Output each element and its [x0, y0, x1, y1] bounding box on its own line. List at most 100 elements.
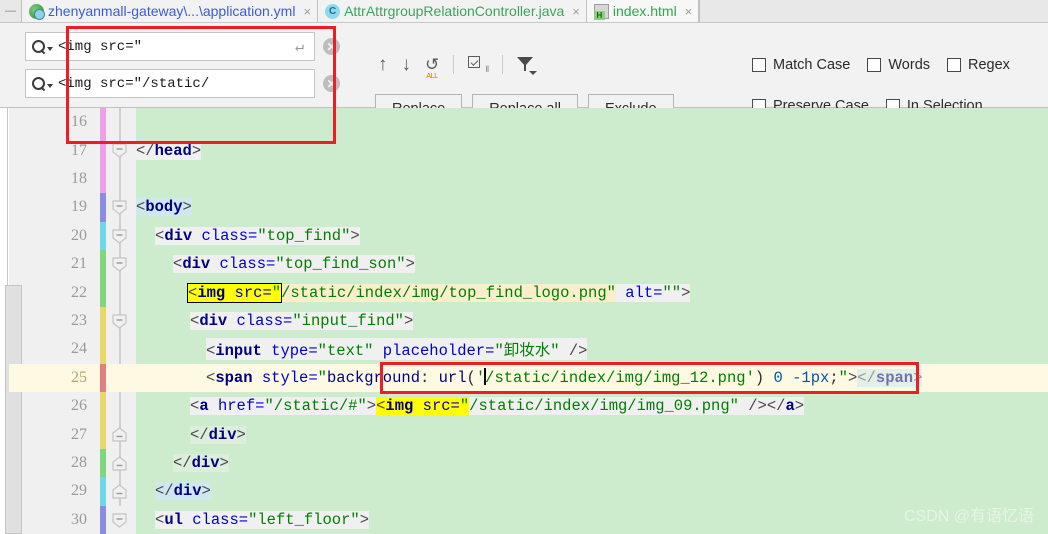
code-text: <span style="background: url('/static/in…	[206, 368, 923, 388]
option-label: Regex	[968, 57, 1010, 73]
line-number: 24	[71, 340, 87, 358]
code-text: <div class="top_find_son">	[173, 255, 415, 274]
code-line[interactable]: 17 </head>	[0, 136, 1048, 165]
line-number: 19	[71, 198, 87, 216]
code-line[interactable]: 26 <a href="/static/#"><img src="/static…	[0, 392, 1048, 421]
find-navigation-icons: ↑ ↓ ↺ ALL ‖	[378, 55, 538, 80]
change-stripe	[100, 448, 106, 478]
change-stripe	[100, 108, 106, 137]
clear-search-icon[interactable]: ✕	[323, 38, 340, 55]
code-line[interactable]: 23 <div class="input_find">	[0, 306, 1048, 336]
find-next-icon[interactable]: ↓	[402, 55, 412, 74]
change-stripe	[100, 420, 106, 449]
search-icon[interactable]	[26, 33, 58, 60]
code-text: </head>	[136, 141, 202, 160]
checkbox-match-case[interactable]	[752, 58, 766, 72]
find-previous-icon[interactable]: ↑	[378, 55, 388, 74]
change-stripe	[100, 477, 106, 506]
find-replace-toolbar: <img src=" ↵ ✕ <img src="/static/ ✕ ↑ ↓ …	[0, 23, 1048, 124]
code-line[interactable]: 20 <div class="top_find">	[0, 221, 1048, 250]
tab-attrattrgrouprelationcontroller-java[interactable]: C AttrAttrgroupRelationController.java ×	[318, 0, 587, 22]
code-line[interactable]: 27 </div>	[0, 420, 1048, 449]
fold-minus-icon[interactable]	[112, 143, 127, 159]
search-match-current: <img src="	[186, 282, 283, 303]
line-number: 30	[71, 510, 87, 528]
replace-search-icon[interactable]	[26, 70, 58, 97]
code-line[interactable]: 19 <body>	[0, 193, 1048, 222]
fold-plus-icon[interactable]	[112, 484, 127, 499]
code-text: <ul class="left_floor">	[155, 510, 369, 529]
find-all-label: ALL	[426, 73, 438, 80]
replace-field-row: <img src="/static/ ✕	[25, 69, 340, 98]
line-number: 16	[71, 113, 87, 131]
change-stripe	[100, 278, 106, 307]
code-text: <a href="/static/#"><img src="/static/in…	[190, 397, 805, 416]
change-stripe	[100, 136, 106, 165]
line-number: 20	[71, 226, 87, 244]
fold-plus-icon[interactable]	[112, 427, 127, 442]
code-text: <img src="/static/index/img/top_find_log…	[186, 282, 691, 303]
line-number: 23	[71, 311, 87, 329]
checkbox-words[interactable]	[867, 58, 882, 72]
fold-minus-icon[interactable]	[112, 512, 127, 528]
code-text: <input type="text" placeholder="卸妆水" />	[206, 338, 588, 361]
option-regex[interactable]: Regex	[947, 57, 1010, 73]
search-field-row: <img src=" ↵ ✕	[25, 32, 340, 61]
option-words[interactable]: Words	[867, 57, 930, 73]
fold-minus-icon[interactable]	[112, 314, 127, 329]
tab-label: AttrAttrgroupRelationController.java	[344, 3, 565, 19]
code-editor[interactable]: 16 17 </head> 18 19 <body> 20 <div class…	[0, 108, 1048, 534]
filter-icon[interactable]	[517, 56, 538, 75]
tab-application-yml[interactable]: zhenyanmall-gateway\...\application.yml …	[22, 0, 319, 22]
tab-close-icon[interactable]: ×	[572, 5, 580, 18]
option-match-case[interactable]: Match Case	[752, 57, 850, 73]
code-line[interactable]: 22 <img src="/static/index/img/top_find_…	[0, 278, 1048, 307]
fold-minus-icon[interactable]	[112, 257, 127, 272]
find-options-row-1: Match Case Words Regex	[752, 57, 1010, 73]
editor-tab-bar: — zhenyanmall-gateway\...\application.ym…	[0, 0, 1048, 23]
tab-bar-leading-spacer: —	[0, 0, 22, 22]
checkbox-regex[interactable]	[947, 58, 962, 72]
line-number: 28	[71, 453, 87, 471]
code-line[interactable]: 18	[0, 164, 1048, 194]
code-line[interactable]: 29 </div>	[0, 477, 1048, 506]
line-number: 26	[71, 397, 87, 415]
find-all-icon[interactable]: ↺ ALL	[425, 56, 439, 80]
select-all-occurrences-icon[interactable]: ‖	[468, 55, 489, 74]
replace-input-value: <img src="/static/	[58, 75, 210, 92]
line-number: 27	[71, 425, 87, 443]
toolbar-divider	[453, 55, 455, 74]
change-stripe	[100, 392, 106, 421]
line-number: 21	[71, 255, 87, 273]
option-label: Match Case	[773, 57, 851, 73]
change-stripe	[100, 250, 106, 279]
code-text: </div>	[155, 482, 211, 501]
code-text: <body>	[136, 198, 192, 217]
code-text: <div class="input_find">	[190, 311, 414, 330]
search-input[interactable]: <img src=" ↵	[25, 32, 315, 61]
code-line-current[interactable]: 25 <span style="background: url('/static…	[0, 363, 1048, 392]
enter-icon[interactable]: ↵	[295, 37, 314, 56]
search-match: <img src="	[376, 397, 470, 416]
html-file-icon	[593, 3, 609, 20]
clear-replace-icon[interactable]: ✕	[323, 75, 340, 92]
replace-input[interactable]: <img src="/static/	[25, 69, 315, 98]
code-line[interactable]: 24 <input type="text" placeholder="卸妆水" …	[0, 335, 1048, 364]
tab-index-html[interactable]: index.html ×	[586, 0, 700, 22]
tab-close-icon[interactable]: ×	[303, 5, 311, 18]
code-line[interactable]: 16	[0, 108, 1048, 137]
change-stripe	[100, 505, 106, 534]
fold-plus-icon[interactable]	[112, 456, 127, 471]
fold-minus-icon[interactable]	[112, 200, 127, 215]
java-class-icon: C	[325, 3, 341, 19]
line-number: 22	[71, 283, 87, 301]
change-stripe	[100, 193, 106, 222]
code-line[interactable]: 28 </div>	[0, 448, 1048, 478]
line-number: 17	[71, 141, 87, 159]
yml-file-icon	[29, 3, 45, 20]
code-text: </div>	[190, 425, 246, 444]
tab-close-icon[interactable]: ×	[685, 5, 693, 18]
code-line[interactable]: 21 <div class="top_find_son">	[0, 250, 1048, 279]
fold-minus-icon[interactable]	[112, 228, 127, 244]
code-line[interactable]: 30 <ul class="left_floor">	[0, 505, 1048, 534]
